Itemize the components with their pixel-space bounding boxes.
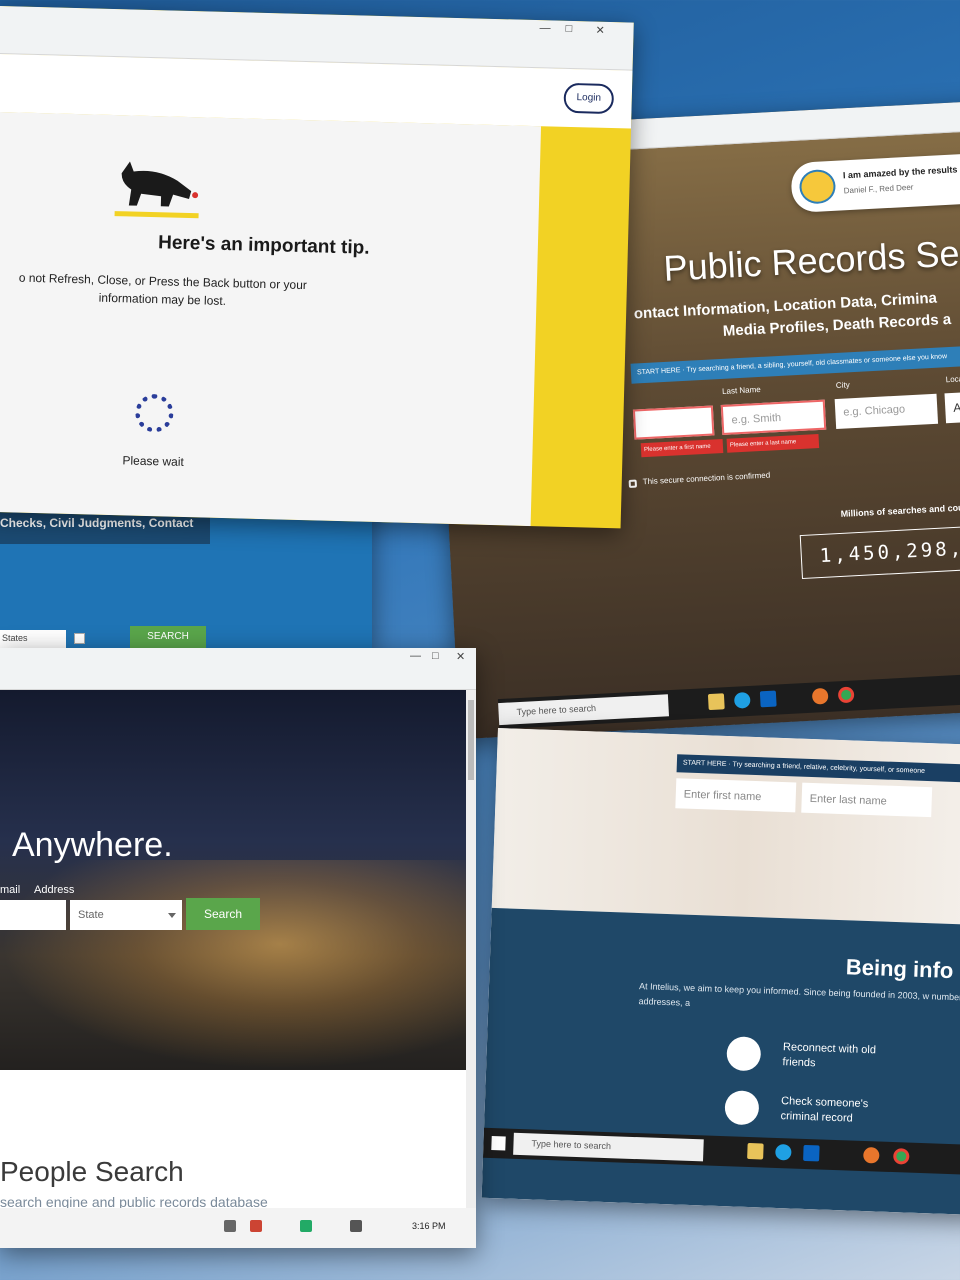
close-icon[interactable]: ✕ (595, 24, 605, 37)
windows-start-icon[interactable] (491, 1136, 506, 1151)
last-name-input[interactable]: Enter last name (801, 782, 933, 818)
section-paragraph: At Intelius, we aim to keep you informed… (638, 981, 960, 1008)
dog-sniffing-icon (114, 161, 199, 219)
state-select[interactable]: States (0, 630, 66, 648)
outlook-icon[interactable] (803, 1144, 820, 1162)
checkbox[interactable] (74, 633, 85, 644)
close-icon[interactable]: ✕ (456, 650, 465, 663)
spinner-icon (134, 393, 174, 433)
wait-label: Please wait (122, 453, 184, 469)
chrome-icon[interactable] (837, 686, 855, 704)
wifi-icon[interactable] (350, 1220, 362, 1232)
page-title: Public Records Sea (662, 231, 960, 289)
outlook-icon[interactable] (759, 690, 777, 708)
handcuffs-icon (724, 1090, 760, 1126)
login-button[interactable]: Login (563, 82, 615, 115)
address-bar[interactable] (3, 34, 543, 48)
hero-title: Anywhere. (12, 826, 173, 864)
tray-icon[interactable] (300, 1220, 312, 1232)
address-bar[interactable] (638, 112, 960, 129)
name-input[interactable] (0, 900, 66, 930)
skype-icon[interactable] (733, 691, 751, 709)
search-button[interactable]: Search (186, 898, 260, 930)
taskbar: Type here to search (497, 671, 960, 730)
skype-icon[interactable] (775, 1143, 792, 1161)
taskbar-search[interactable]: Type here to search (513, 1132, 704, 1162)
state-select[interactable]: State (70, 900, 182, 930)
tab-email[interactable]: mail (0, 884, 20, 896)
section-title: People Search (0, 1156, 184, 1187)
first-name-input[interactable]: Enter first name (675, 778, 797, 813)
last-name-label: Last Name (721, 384, 761, 396)
search-counter: 1,450,298,5 (799, 524, 960, 580)
first-name-error: Please enter a first name (640, 439, 724, 458)
location-label: Location (945, 373, 960, 385)
minimize-icon[interactable]: — (539, 22, 550, 34)
scrollbar[interactable] (466, 690, 476, 1248)
maximize-icon[interactable]: □ (432, 650, 439, 662)
search-button[interactable]: SEARCH (130, 626, 206, 648)
firefox-icon[interactable] (863, 1147, 880, 1164)
location-select[interactable]: Ala (944, 390, 960, 424)
start-here-banner: START HERE · Try searching a friend, a s… (630, 343, 960, 384)
tray-icon[interactable] (250, 1220, 262, 1232)
people-search-window: — □ ✕ Anywhere. mail Address State Searc… (0, 648, 476, 1248)
chrome-icon[interactable] (893, 1148, 910, 1165)
minimize-icon[interactable]: — (410, 650, 421, 662)
reviewer-name: Daniel F., Red Deer (843, 182, 914, 196)
review-text: I am amazed by the results (842, 164, 958, 181)
tip-body: o not Refresh, Close, or Press the Back … (18, 270, 308, 309)
important-tip-window: — □ ✕ Login Here's an important tip. o n… (0, 6, 634, 529)
taskbar-search[interactable]: Type here to search (498, 694, 670, 726)
city-hero: Anywhere. mail Address State Search (0, 690, 466, 1070)
section-heading: Being info (845, 954, 954, 984)
feature-criminal-record: Check someone's criminal record (780, 1095, 869, 1125)
person-icon (726, 1036, 762, 1072)
tip-heading: Here's an important tip. (157, 232, 370, 259)
counter-label: Millions of searches and counting (840, 501, 960, 519)
maximize-icon[interactable]: □ (565, 23, 572, 35)
caret-down-icon (168, 913, 176, 918)
review-badge: I am amazed by the results Daniel F., Re… (790, 152, 960, 214)
tray-icon[interactable] (224, 1220, 236, 1232)
folder-icon[interactable] (707, 693, 725, 711)
firefox-icon[interactable] (811, 687, 829, 705)
review-logo-icon (798, 168, 837, 205)
intelius-window: START HERE · Try searching a friend, rel… (481, 728, 960, 1216)
taskbar: 3:16 PM (0, 1208, 476, 1248)
lock-icon (628, 479, 637, 488)
browser-toolbar: — □ ✕ (0, 648, 476, 690)
tip-modal: Here's an important tip. o not Refresh, … (0, 111, 542, 527)
feature-reconnect: Reconnect with old friends (782, 1041, 877, 1070)
city-input[interactable]: e.g. Chicago (834, 393, 939, 430)
city-label: City (835, 380, 850, 390)
clock[interactable]: 3:16 PM (412, 1221, 446, 1231)
secure-note: This secure connection is confirmed (642, 470, 771, 487)
scrollbar-thumb[interactable] (468, 700, 474, 780)
first-name-input[interactable] (632, 405, 715, 440)
last-name-input[interactable]: e.g. Smith (720, 399, 827, 436)
last-name-error: Please enter a last name (726, 433, 820, 453)
folder-icon[interactable] (747, 1142, 764, 1160)
tab-address[interactable]: Address (34, 884, 74, 896)
